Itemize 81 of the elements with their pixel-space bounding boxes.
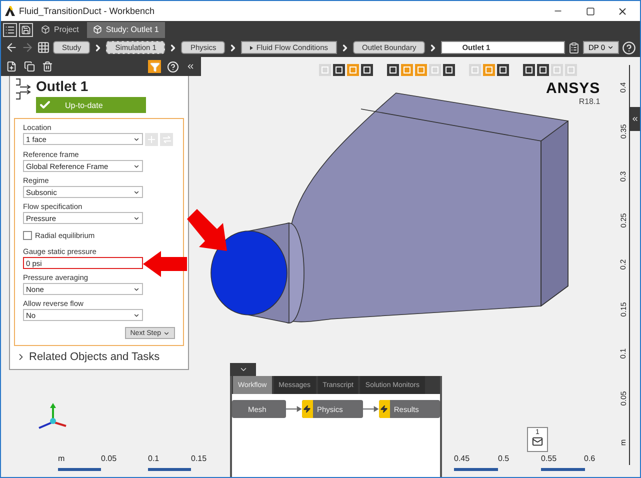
status-label: Up-to-date [65,100,103,110]
caret-icon [133,312,140,318]
swap-icon [162,136,170,143]
caret-icon [163,330,170,336]
square-icon [553,66,561,74]
square-icon [539,66,547,74]
envelope-icon [532,436,543,447]
help-icon [166,60,178,72]
double-chevron-icon [631,115,639,123]
caret-icon [133,136,140,142]
tab[interactable]: Study: Outlet 1 [86,22,165,38]
tab[interactable]: Project [35,22,85,38]
square-icon [525,66,533,74]
square-icon [349,66,357,74]
cube-icon [41,25,50,34]
square-icon [417,66,425,74]
square-icon [485,66,493,74]
square-icon [471,66,479,74]
view-tool-button[interactable] [523,64,535,76]
related-objects-link[interactable]: Related Objects and Tasks [14,346,184,365]
plus-icon [148,136,155,143]
close-icon [616,6,628,16]
save-icon[interactable] [19,22,33,36]
help-icon[interactable] [622,40,636,54]
maximize-icon [586,6,594,16]
expand-tab[interactable] [630,107,640,131]
report-icon[interactable] [568,42,580,54]
app-logo-icon [5,6,15,16]
back-icon[interactable] [5,41,18,54]
axis-label: 0.1 [148,454,160,463]
copy-icon [24,61,35,72]
square-icon [499,66,507,74]
lightning-bolt-icon [303,405,312,413]
copy-button[interactable] [23,60,36,73]
axis-label: 0.05 [101,454,117,463]
chevron-icon [238,365,248,374]
caret-icon [133,214,140,222]
delete-button[interactable] [41,60,54,73]
grid-icon[interactable] [37,41,50,54]
view-tool-button[interactable] [497,64,509,76]
version-label: R18.1 [578,97,600,106]
filter-icon [150,62,160,72]
lightning-bolt-icon [380,405,388,413]
axis-label: m [58,454,65,463]
list-icon[interactable] [3,22,17,36]
caret-icon [133,162,140,170]
arrow-icon [363,406,379,412]
cube-icon [92,25,102,34]
caret-icon [133,188,140,196]
window-title: Fluid_TransitionDuct - Workbench [19,6,156,16]
caret-icon [133,286,140,292]
arrow-icon [286,406,302,412]
square-icon [431,66,439,74]
outlet-icon [14,78,32,100]
view-tool-button[interactable] [387,64,399,76]
double-chevron-icon [186,62,195,71]
new-file-button[interactable] [5,60,18,73]
axis-label: 0.6 [584,454,596,463]
axis-label: 0.5 [498,454,510,463]
view-tool-button[interactable] [443,64,455,76]
caret-icon [607,44,614,51]
square-icon [335,66,343,74]
brand-logo: ANSYS [546,80,600,97]
square-icon [567,66,575,74]
check-icon [39,99,51,111]
triangle-icon [250,46,254,50]
square-icon [321,66,329,74]
axis-label: 0.15 [191,454,207,463]
help-button[interactable] [166,60,179,73]
axis-label: 0.55 [541,454,557,463]
panel-title: Outlet 1 [36,78,88,94]
square-icon [445,66,453,74]
view-tool-button[interactable] [537,64,549,76]
view-tool-button[interactable] [333,64,345,76]
axis-label: 0.45 [454,454,470,463]
new-file-icon [6,61,17,72]
square-icon [389,66,397,74]
view-tool-button[interactable] [361,64,373,76]
square-icon [403,66,411,74]
square-icon [363,66,371,74]
trash-icon [42,61,53,72]
